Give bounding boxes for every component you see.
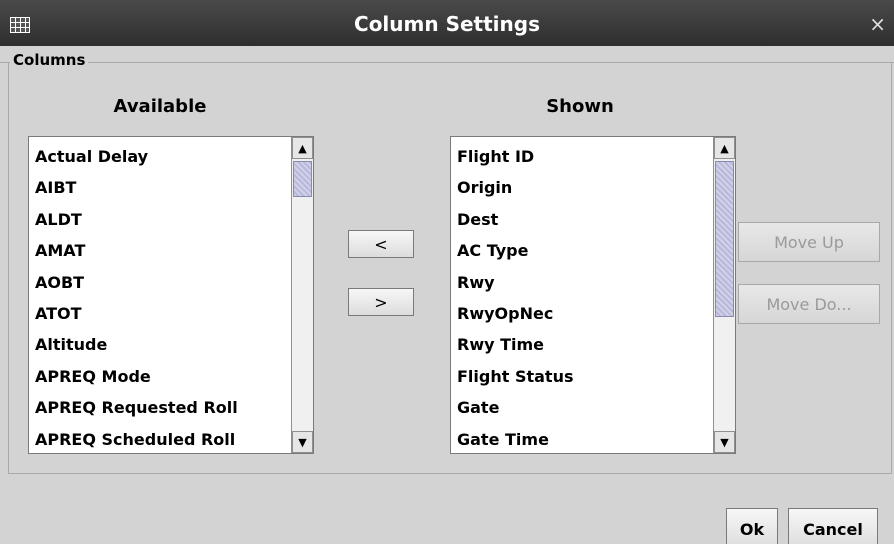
- available-items: Actual Delay AIBT ALDT AMAT AOBT ATOT Altitude…: [29, 137, 291, 453]
- available-scrollbar[interactable]: ▲ ▼: [291, 137, 313, 453]
- list-item[interactable]: Actual Delay: [29, 141, 291, 172]
- shown-scrollbar[interactable]: ▲ ▼: [713, 137, 735, 453]
- list-item[interactable]: RwyOpNec: [451, 298, 713, 329]
- shown-items: Flight ID Origin Dest AC Type Rwy RwyOpNec Rwy…: [451, 137, 713, 453]
- list-item[interactable]: AC Type: [451, 235, 713, 266]
- list-item[interactable]: Altitude: [29, 329, 291, 360]
- list-item[interactable]: APREQ Requested Roll: [29, 392, 291, 423]
- move-down-button[interactable]: Move Do...: [738, 284, 880, 324]
- scroll-thumb[interactable]: [715, 161, 734, 317]
- scroll-down-icon[interactable]: ▼: [714, 431, 735, 453]
- list-item[interactable]: Flight ID: [451, 141, 713, 172]
- list-item[interactable]: Gate Time: [451, 424, 713, 453]
- title-bar: Column Settings ×: [0, 0, 894, 46]
- shown-title: Shown: [546, 96, 614, 117]
- available-list[interactable]: Actual Delay AIBT ALDT AMAT AOBT ATOT Altitude…: [28, 136, 314, 454]
- list-item[interactable]: AOBT: [29, 267, 291, 298]
- close-icon[interactable]: ×: [869, 14, 886, 34]
- list-item[interactable]: Origin: [451, 172, 713, 203]
- shown-list[interactable]: Flight ID Origin Dest AC Type Rwy RwyOpNec Rwy…: [450, 136, 736, 454]
- list-item[interactable]: AIBT: [29, 172, 291, 203]
- list-item[interactable]: APREQ Scheduled Roll: [29, 424, 291, 453]
- move-up-button[interactable]: Move Up: [738, 222, 880, 262]
- scroll-up-icon[interactable]: ▲: [714, 137, 735, 159]
- cancel-button[interactable]: Cancel: [788, 508, 878, 544]
- list-item[interactable]: Rwy: [451, 267, 713, 298]
- list-item[interactable]: ATOT: [29, 298, 291, 329]
- available-title: Available: [113, 96, 207, 117]
- remove-column-button[interactable]: <: [348, 230, 414, 258]
- scroll-up-icon[interactable]: ▲: [292, 137, 313, 159]
- add-column-button[interactable]: >: [348, 288, 414, 316]
- window-title: Column Settings: [354, 12, 540, 36]
- list-item[interactable]: Gate: [451, 392, 713, 423]
- scroll-down-icon[interactable]: ▼: [292, 431, 313, 453]
- group-label: Columns: [10, 51, 89, 69]
- ok-button[interactable]: Ok: [726, 508, 778, 544]
- list-item[interactable]: Dest: [451, 204, 713, 235]
- list-item[interactable]: ALDT: [29, 204, 291, 235]
- scroll-thumb[interactable]: [293, 161, 312, 197]
- list-item[interactable]: Flight Status: [451, 361, 713, 392]
- list-item[interactable]: Rwy Time: [451, 329, 713, 360]
- list-item[interactable]: AMAT: [29, 235, 291, 266]
- list-item[interactable]: APREQ Mode: [29, 361, 291, 392]
